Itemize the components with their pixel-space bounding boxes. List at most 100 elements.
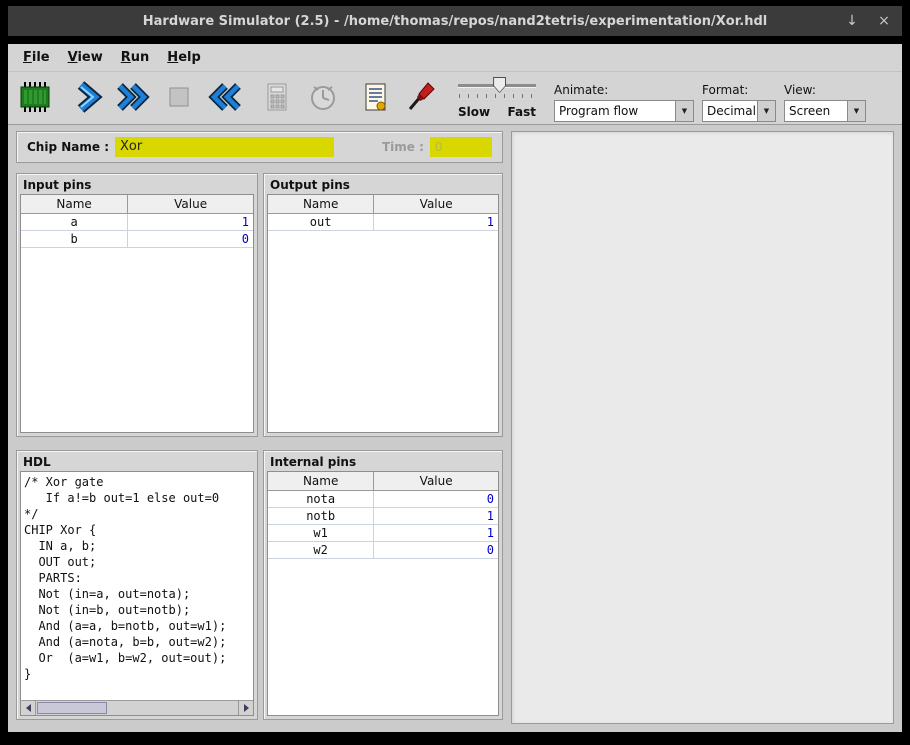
window-title: Hardware Simulator (2.5) - /home/thomas/…: [8, 14, 902, 29]
pin-value[interactable]: 1: [374, 524, 498, 541]
internal-pins-title: Internal pins: [264, 451, 502, 471]
view-hdl-button[interactable]: [356, 77, 394, 119]
view-select[interactable]: Screen ▼: [784, 100, 866, 122]
menu-file[interactable]: File: [14, 47, 59, 68]
menu-help[interactable]: Help: [158, 47, 209, 68]
left-column: Chip Name : Xor Time : 0 Input pins Name…: [16, 131, 503, 724]
table-row[interactable]: notb1: [268, 507, 498, 524]
slider-slow-label: Slow: [458, 105, 490, 119]
view-label: View:: [784, 83, 866, 97]
table-row[interactable]: w20: [268, 541, 498, 558]
chevron-down-icon[interactable]: ▼: [847, 101, 865, 121]
triangle-right-icon: [244, 704, 249, 712]
speed-slider[interactable]: Slow Fast: [458, 75, 536, 121]
window: Hardware Simulator (2.5) - /home/thomas/…: [0, 0, 910, 745]
pin-name[interactable]: w2: [268, 541, 374, 558]
chevron-down-icon[interactable]: ▼: [675, 101, 693, 121]
main-content: Chip Name : Xor Time : 0 Input pins Name…: [8, 125, 902, 732]
scroll-left-button[interactable]: [21, 701, 36, 715]
input-pins-title: Input pins: [17, 174, 257, 194]
internal-pins-rows: nota0notb1w11w20: [268, 490, 498, 558]
column-header-name[interactable]: Name: [268, 472, 374, 490]
animate-select[interactable]: Program flow ▼: [554, 100, 694, 122]
pin-name[interactable]: b: [21, 230, 128, 247]
slider-ticks: [459, 94, 535, 98]
scrollbar-thumb[interactable]: [37, 702, 107, 714]
chip-name-label: Chip Name :: [27, 140, 109, 154]
internal-pins-scroll: Name Value nota0notb1w11w20: [267, 471, 499, 716]
brush-icon: [404, 80, 438, 117]
table-row[interactable]: a1: [21, 213, 253, 230]
chip-name-bar: Chip Name : Xor Time : 0: [16, 131, 503, 163]
reset-button[interactable]: [206, 77, 244, 119]
clear-button[interactable]: [402, 77, 440, 119]
script-icon: [358, 80, 392, 117]
hdl-scroll: /* Xor gate If a!=b out=1 else out=0 */ …: [20, 471, 254, 716]
clock-icon: [306, 80, 340, 117]
pin-value[interactable]: 0: [374, 541, 498, 558]
animate-label: Animate:: [554, 83, 694, 97]
triangle-left-icon: [26, 704, 31, 712]
table-row[interactable]: b0: [21, 230, 253, 247]
toolbar: Slow Fast Animate: Program flow ▼ Format…: [8, 72, 902, 125]
view-group: View: Screen ▼: [784, 74, 866, 122]
pin-name[interactable]: out: [268, 213, 374, 230]
output-pins-title: Output pins: [264, 174, 502, 194]
output-pins-scroll: Name Value out1: [267, 194, 499, 433]
chevron-down-icon[interactable]: ▼: [757, 101, 775, 121]
scroll-right-button[interactable]: [238, 701, 253, 715]
animate-value: Program flow: [555, 101, 675, 121]
fast-forward-icon: [115, 80, 151, 117]
pin-value[interactable]: 1: [374, 213, 498, 230]
load-chip-button[interactable]: [16, 77, 54, 119]
input-pins-panel: Input pins Name Value a1b0: [16, 173, 258, 437]
output-pins-table: Name Value out1: [268, 195, 498, 231]
scrollbar-track[interactable]: [36, 701, 238, 715]
slider-fast-label: Fast: [508, 105, 536, 119]
output-pins-rows: out1: [268, 213, 498, 230]
pin-value[interactable]: 0: [374, 490, 498, 507]
column-header-value[interactable]: Value: [374, 472, 498, 490]
calculator-button: [258, 77, 296, 119]
slider-labels: Slow Fast: [458, 105, 536, 119]
table-row[interactable]: w11: [268, 524, 498, 541]
chip-icon: [18, 80, 52, 117]
column-header-name[interactable]: Name: [268, 195, 374, 213]
rewind-icon: [207, 80, 243, 117]
column-header-name[interactable]: Name: [21, 195, 128, 213]
column-header-value[interactable]: Value: [128, 195, 253, 213]
stop-icon: [162, 80, 196, 117]
table-row[interactable]: nota0: [268, 490, 498, 507]
chip-name-field[interactable]: Xor: [115, 137, 334, 157]
run-button[interactable]: [114, 77, 152, 119]
table-row[interactable]: out1: [268, 213, 498, 230]
single-step-button[interactable]: [68, 77, 106, 119]
hdl-panel: HDL /* Xor gate If a!=b out=1 else out=0…: [16, 450, 258, 720]
time-label: Time :: [382, 140, 424, 154]
clock-button: [304, 77, 342, 119]
pin-name[interactable]: a: [21, 213, 128, 230]
pin-value[interactable]: 1: [128, 213, 253, 230]
time-field: 0: [430, 137, 492, 157]
format-value: Decimal: [703, 101, 757, 121]
window-controls: ↓ ×: [844, 6, 892, 36]
pin-name[interactable]: nota: [268, 490, 374, 507]
pin-value[interactable]: 0: [128, 230, 253, 247]
title-bar[interactable]: Hardware Simulator (2.5) - /home/thomas/…: [8, 6, 902, 36]
menu-run[interactable]: Run: [112, 47, 159, 68]
internal-pins-table: Name Value nota0notb1w11w20: [268, 472, 498, 559]
close-button[interactable]: ×: [876, 13, 892, 29]
slider-thumb[interactable]: [493, 77, 506, 93]
horizontal-scrollbar[interactable]: [21, 700, 253, 715]
input-pins-scroll: Name Value a1b0: [20, 194, 254, 433]
pin-name[interactable]: w1: [268, 524, 374, 541]
format-select[interactable]: Decimal ▼: [702, 100, 776, 122]
hdl-title: HDL: [17, 451, 257, 471]
column-header-value[interactable]: Value: [374, 195, 498, 213]
calculator-icon: [260, 80, 294, 117]
pin-value[interactable]: 1: [374, 507, 498, 524]
pin-name[interactable]: notb: [268, 507, 374, 524]
stop-button: [160, 77, 198, 119]
menu-view[interactable]: View: [59, 47, 112, 68]
minimize-button[interactable]: ↓: [844, 13, 860, 29]
